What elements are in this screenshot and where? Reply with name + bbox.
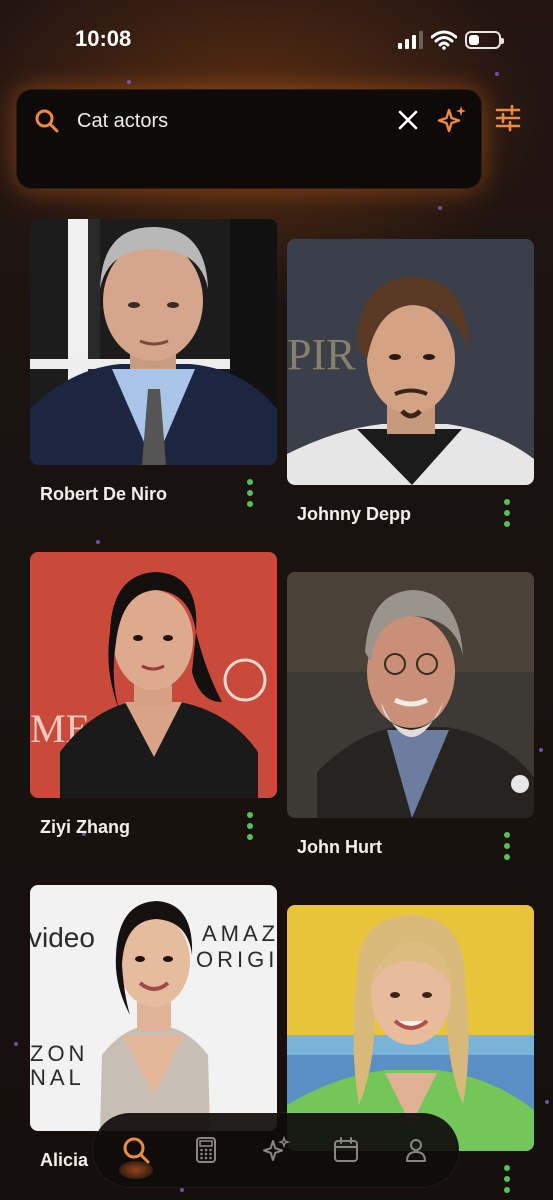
more-vertical-icon[interactable] bbox=[503, 832, 511, 862]
sparkles-icon[interactable] bbox=[436, 104, 468, 136]
status-time: 10:08 bbox=[75, 26, 132, 51]
nav-search[interactable] bbox=[101, 1113, 171, 1187]
actor-photo[interactable]: ME bbox=[30, 552, 277, 798]
svg-text:AMAZ: AMAZ bbox=[202, 921, 277, 946]
more-vertical-icon[interactable] bbox=[246, 479, 254, 509]
cellular-signal-icon bbox=[398, 31, 423, 49]
more-vertical-icon[interactable] bbox=[503, 499, 511, 529]
result-card[interactable]: ME Ziyi Zhang bbox=[30, 552, 278, 852]
nav-calculator[interactable] bbox=[171, 1113, 241, 1187]
actor-name: Johnny Depp bbox=[297, 504, 412, 524]
svg-text:NAL: NAL bbox=[30, 1065, 85, 1090]
sliders-icon[interactable] bbox=[494, 104, 522, 132]
search-input[interactable]: Cat actors bbox=[77, 110, 168, 133]
search-icon bbox=[35, 109, 59, 133]
close-icon[interactable] bbox=[396, 108, 420, 132]
background-sparkle bbox=[545, 1100, 549, 1104]
user-icon bbox=[406, 1139, 426, 1162]
background-sparkle bbox=[14, 1042, 18, 1046]
search-bar[interactable]: Cat actors bbox=[16, 89, 482, 189]
result-card[interactable]: PIR Johnny Depp bbox=[287, 239, 535, 539]
nav-calendar[interactable] bbox=[311, 1113, 381, 1187]
nav-ai[interactable] bbox=[241, 1113, 311, 1187]
background-sparkle bbox=[180, 1188, 184, 1192]
actor-photo[interactable]: video AMAZ ORIGI ZON NAL bbox=[30, 885, 277, 1131]
calendar-icon bbox=[334, 1137, 358, 1162]
more-vertical-icon[interactable] bbox=[503, 1165, 511, 1195]
nav-profile[interactable] bbox=[381, 1113, 451, 1187]
status-bar: 10:08 bbox=[0, 0, 553, 80]
svg-text:video: video bbox=[30, 922, 95, 953]
status-icons bbox=[398, 30, 504, 50]
sparkles-icon bbox=[263, 1135, 291, 1161]
actor-photo[interactable]: PIR bbox=[287, 239, 534, 485]
more-vertical-icon[interactable] bbox=[246, 812, 254, 842]
calculator-icon bbox=[196, 1137, 216, 1163]
result-card[interactable]: John Hurt bbox=[287, 572, 535, 872]
svg-text:ORIGI: ORIGI bbox=[196, 947, 277, 972]
actor-photo[interactable] bbox=[287, 572, 534, 818]
bottom-navigation bbox=[93, 1113, 459, 1187]
actor-photo[interactable] bbox=[30, 219, 277, 465]
background-sparkle bbox=[96, 540, 100, 544]
battery-icon bbox=[465, 31, 504, 49]
background-sparkle bbox=[539, 748, 543, 752]
actor-name: Robert De Niro bbox=[40, 484, 168, 504]
result-card[interactable]: Robert De Niro bbox=[30, 219, 278, 519]
svg-text:PIR: PIR bbox=[287, 330, 356, 379]
background-sparkle bbox=[438, 206, 442, 210]
wifi-icon bbox=[431, 30, 457, 50]
active-indicator bbox=[119, 1161, 153, 1179]
background-sparkle bbox=[127, 80, 131, 84]
svg-text:ZON: ZON bbox=[30, 1041, 88, 1066]
actor-name: John Hurt bbox=[297, 837, 382, 857]
actor-name: Alicia bbox=[40, 1150, 89, 1170]
actor-name: Ziyi Zhang bbox=[40, 817, 130, 837]
app-screen: 10:08 Cat actors Robert De Niro PIR John… bbox=[0, 0, 553, 1200]
